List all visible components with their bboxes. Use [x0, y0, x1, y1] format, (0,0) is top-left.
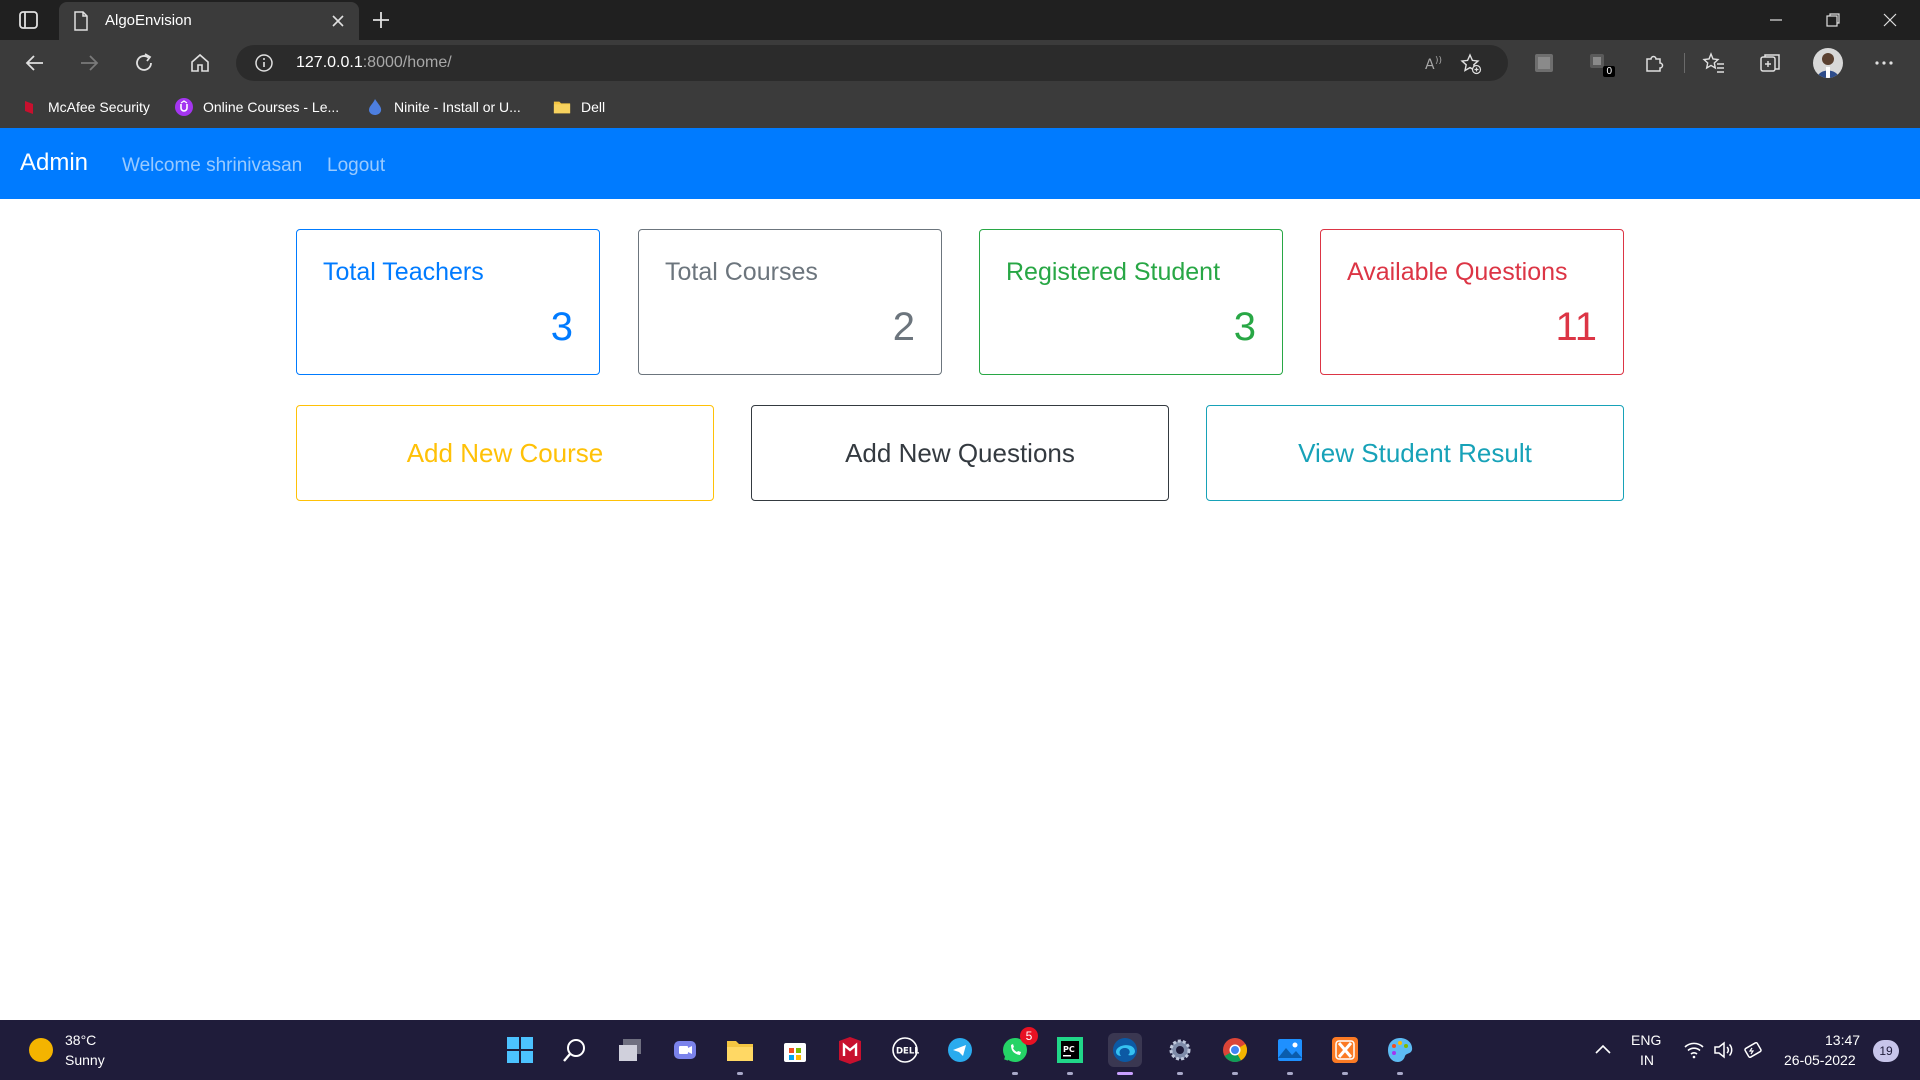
more-options-icon[interactable]	[1870, 49, 1898, 77]
total-courses-card: Total Courses 2	[638, 229, 942, 375]
microsoft-store-icon[interactable]	[778, 1033, 812, 1067]
card-title: Available Questions	[1347, 258, 1568, 286]
battery-icon[interactable]	[1740, 1033, 1768, 1067]
welcome-link[interactable]: Welcome shrinivasan	[122, 155, 302, 177]
whatsapp-icon[interactable]: 5	[998, 1027, 1038, 1075]
teams-chat-icon[interactable]	[668, 1033, 702, 1067]
bookmark-ninite[interactable]: Ninite - Install or U...	[366, 96, 521, 118]
chevron-up-icon[interactable]	[1588, 1033, 1618, 1067]
browser-tab[interactable]: AlgoEnvision	[59, 2, 359, 40]
dell-icon[interactable]: DELL	[888, 1033, 922, 1067]
forward-arrow-icon[interactable]	[72, 47, 106, 79]
bookmark-dell[interactable]: Dell	[553, 96, 605, 118]
close-window-icon[interactable]	[1867, 0, 1913, 40]
notification-count-badge[interactable]: 19	[1873, 1040, 1899, 1062]
svg-text:PC: PC	[1063, 1045, 1075, 1054]
card-value: 2	[892, 305, 915, 349]
ninite-icon	[366, 98, 384, 116]
home-icon[interactable]	[183, 47, 217, 79]
browser-tab-bar: AlgoEnvision	[0, 0, 1920, 40]
restore-icon[interactable]	[1810, 0, 1856, 40]
refresh-icon[interactable]	[127, 47, 161, 79]
navbar-brand[interactable]: Admin	[20, 149, 88, 177]
svg-text:DELL: DELL	[896, 1047, 919, 1057]
view-student-result-button[interactable]: View Student Result	[1206, 405, 1624, 501]
read-aloud-icon[interactable]: A))	[1423, 53, 1445, 75]
bookmark-online-courses[interactable]: Online Courses - Le...	[175, 96, 339, 118]
paint-icon[interactable]	[1383, 1033, 1417, 1075]
total-teachers-card: Total Teachers 3	[296, 229, 600, 375]
pycharm-icon[interactable]: PC	[1053, 1033, 1087, 1075]
tab-title: AlgoEnvision	[105, 12, 192, 29]
wifi-icon[interactable]	[1680, 1033, 1708, 1067]
card-value: 11	[1555, 305, 1597, 349]
mcafee-icon	[20, 98, 38, 116]
udemy-icon	[175, 98, 193, 116]
language-region[interactable]: IN	[1640, 1052, 1654, 1068]
minimize-icon[interactable]	[1753, 0, 1799, 40]
tab-actions-icon[interactable]	[18, 10, 40, 30]
page-icon	[73, 11, 89, 31]
svg-text:A: A	[1425, 57, 1435, 73]
url-text[interactable]: 127.0.0.1:8000/home/	[296, 54, 452, 72]
file-explorer-icon[interactable]	[723, 1033, 757, 1075]
card-title: Total Teachers	[323, 258, 484, 286]
profile-avatar[interactable]	[1813, 48, 1843, 78]
telegram-icon[interactable]	[943, 1033, 977, 1067]
site-info-icon[interactable]	[254, 53, 274, 73]
address-bar[interactable]: 127.0.0.1:8000/home/ A))	[236, 45, 1508, 81]
extension-badge-icon[interactable]: 0	[1585, 49, 1615, 77]
bookmarks-bar: McAfee Security Online Courses - Le... N…	[0, 86, 1920, 128]
sun-icon[interactable]	[29, 1038, 53, 1062]
available-questions-card: Available Questions 11	[1320, 229, 1624, 375]
weather-condition[interactable]: Sunny	[65, 1052, 105, 1068]
add-new-course-button[interactable]: Add New Course	[296, 405, 714, 501]
card-value: 3	[550, 305, 573, 349]
new-tab-icon[interactable]	[369, 8, 393, 32]
clock-date[interactable]: 26-05-2022	[1784, 1052, 1856, 1068]
edge-browser-icon[interactable]	[1108, 1033, 1142, 1075]
browser-toolbar: 127.0.0.1:8000/home/ A)) 0	[0, 40, 1920, 86]
whatsapp-unread-badge: 5	[1020, 1027, 1038, 1045]
language-indicator[interactable]: ENG	[1631, 1032, 1661, 1048]
xampp-icon[interactable]	[1328, 1033, 1362, 1075]
start-windows-icon[interactable]	[503, 1033, 537, 1067]
card-value: 3	[1233, 305, 1256, 349]
extension-count-badge: 0	[1603, 66, 1615, 77]
extension-square-icon[interactable]	[1530, 49, 1558, 77]
search-icon[interactable]	[558, 1033, 592, 1067]
volume-icon[interactable]	[1710, 1033, 1738, 1067]
registered-student-card: Registered Student 3	[979, 229, 1283, 375]
back-arrow-icon[interactable]	[18, 47, 52, 79]
photos-icon[interactable]	[1273, 1033, 1307, 1075]
favorites-icon[interactable]	[1700, 49, 1728, 77]
windows-taskbar: 38°C Sunny DELL 5 PC ENG IN 13:47 26-05-…	[0, 1020, 1920, 1080]
folder-icon	[553, 98, 571, 116]
add-favorite-icon[interactable]	[1460, 53, 1482, 75]
clock-time[interactable]: 13:47	[1825, 1032, 1860, 1048]
logout-link[interactable]: Logout	[327, 155, 385, 177]
top-navbar: Admin Welcome shrinivasan Logout	[0, 128, 1920, 199]
settings-gear-icon[interactable]	[1163, 1033, 1197, 1075]
card-title: Total Courses	[665, 258, 818, 286]
add-new-questions-button[interactable]: Add New Questions	[751, 405, 1169, 501]
mcafee-shield-icon[interactable]	[833, 1033, 867, 1067]
task-view-icon[interactable]	[613, 1033, 647, 1067]
svg-text:)): ))	[1435, 56, 1442, 66]
chrome-icon[interactable]	[1218, 1033, 1252, 1075]
close-icon[interactable]	[327, 10, 349, 32]
weather-temperature[interactable]: 38°C	[65, 1032, 96, 1048]
toolbar-divider	[1684, 53, 1685, 73]
collections-icon[interactable]	[1756, 49, 1784, 77]
bookmark-mcafee[interactable]: McAfee Security	[20, 96, 150, 118]
card-title: Registered Student	[1006, 258, 1221, 286]
extensions-puzzle-icon[interactable]	[1640, 49, 1668, 77]
